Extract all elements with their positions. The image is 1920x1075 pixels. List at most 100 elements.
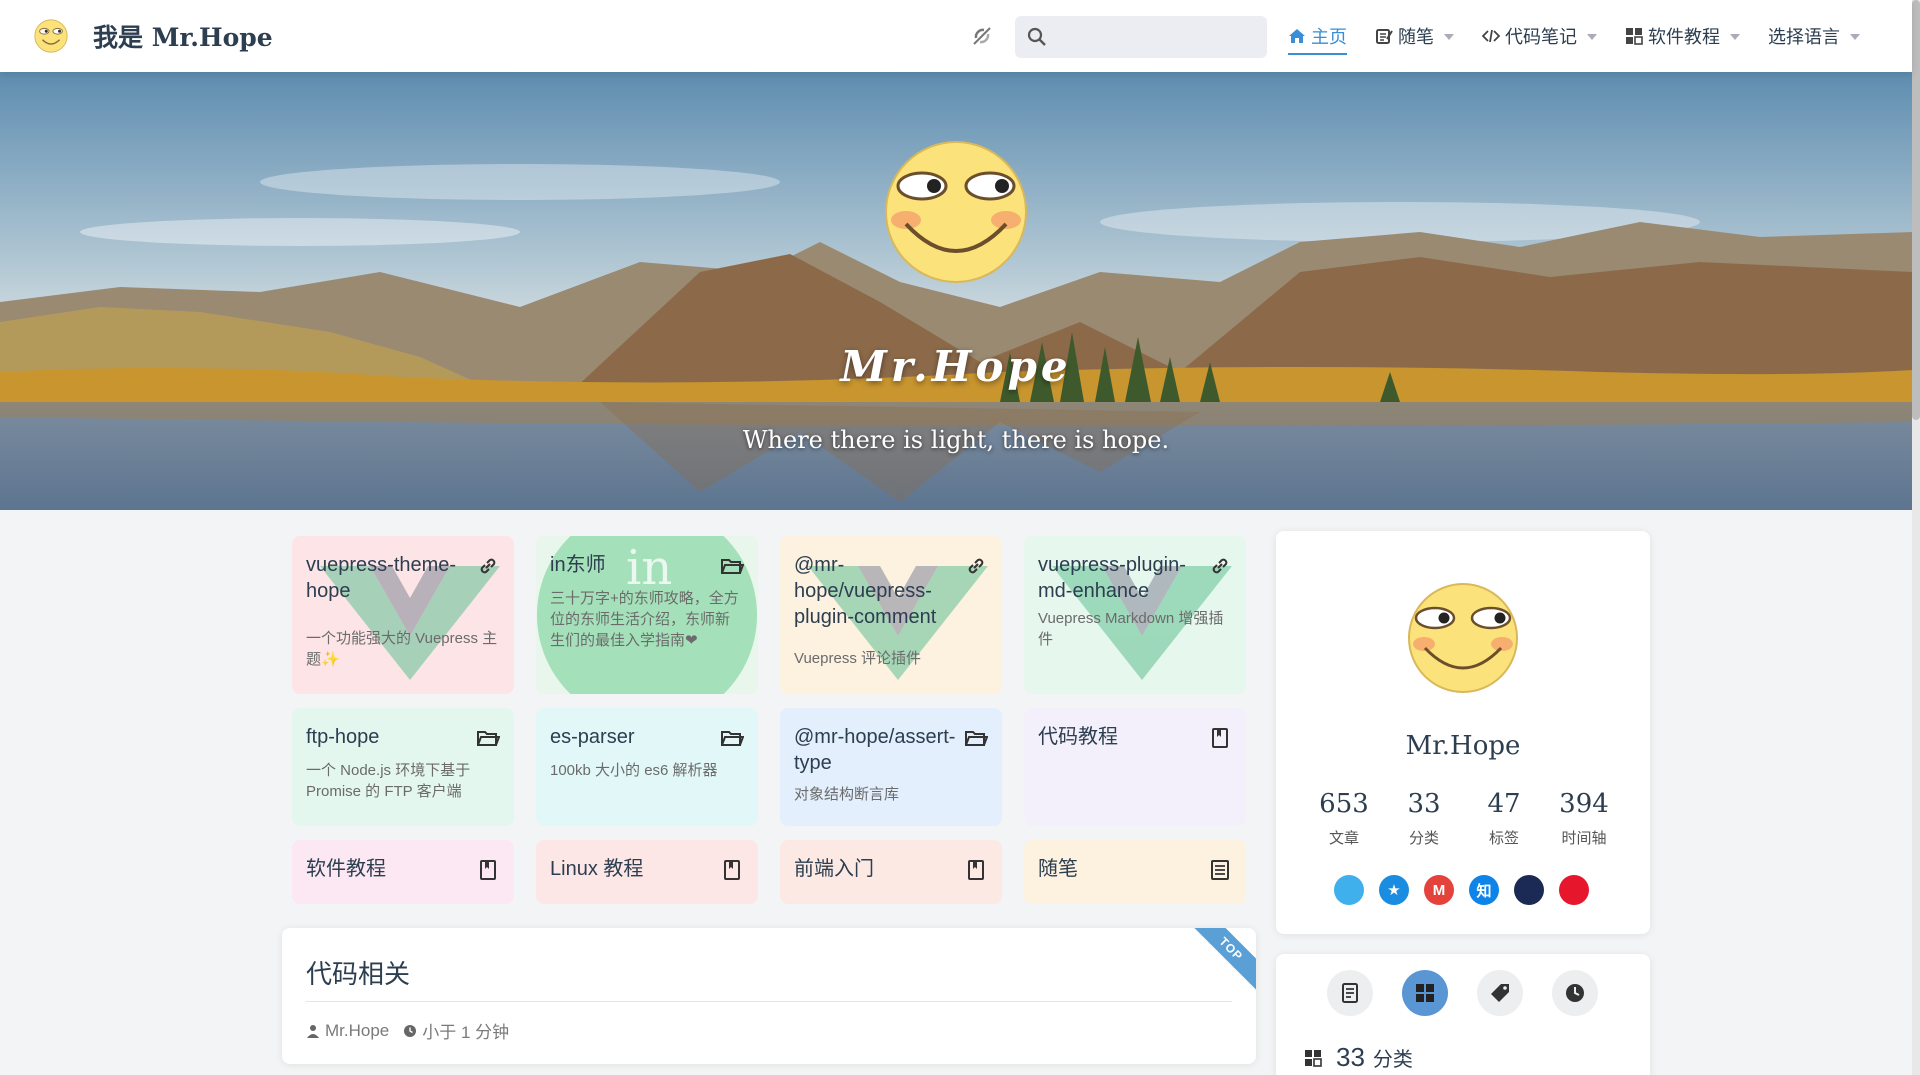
nav-item-code-notes[interactable]: 代码笔记 [1482,0,1597,72]
hero-title: Mr.Hope [840,342,1072,391]
category-count: 33 分类 [1304,1042,1413,1073]
search-icon [1027,27,1046,46]
project-card[interactable]: ftp-hope 一个 Node.js 环境下基于 Promise 的 FTP 客… [292,708,514,826]
blog-info-tabs [1327,970,1627,1016]
stat-articles[interactable]: 653 文章 [1306,789,1382,848]
nav-label: 代码笔记 [1505,27,1577,47]
link-icon [1212,558,1228,574]
weibo-icon[interactable] [1559,875,1589,905]
nav-item-software-tutorials[interactable]: 软件教程 [1625,0,1740,72]
qq-icon[interactable] [1334,875,1364,905]
project-description: 100kb 大小的 es6 解析器 [550,762,718,779]
project-title: 代码教程 [1038,726,1118,748]
article-title[interactable]: 代码相关 [306,954,410,991]
project-card[interactable]: 前端入门 [780,840,1002,904]
stat-tags[interactable]: 47 标签 [1466,789,1542,848]
project-title: in东师 [550,554,606,576]
code-icon [1482,29,1500,43]
brand[interactable]: 我是 Mr.Hope [32,17,273,55]
theme-toggle-icon[interactable] [970,24,994,48]
zhihu-icon[interactable]: 知 [1469,875,1499,905]
article-icon [1211,860,1229,880]
nav-item-language[interactable]: 选择语言 [1768,0,1860,72]
project-description: 对象结构断言库 [794,786,900,803]
folder-icon [721,731,744,746]
article-list-icon [1342,983,1358,1003]
tag-icon [1491,984,1509,1002]
home-icon [1289,29,1305,43]
qzone-icon[interactable]: ★ [1379,875,1409,905]
project-title: vuepress-plugin-md-enhance [1038,554,1186,602]
project-description: Vuepress 评论插件 [794,650,921,667]
search-box[interactable] [1015,16,1267,58]
project-card[interactable]: @mr-hope/assert-type 对象结构断言库 [780,708,1002,826]
steam-icon[interactable] [1514,875,1544,905]
project-card[interactable]: 代码教程 [1024,708,1246,826]
clock-icon [1566,984,1584,1002]
profile-name: Mr.Hope [1405,731,1521,761]
link-icon [480,558,496,574]
book-icon [968,860,984,880]
gmail-icon[interactable]: M [1424,875,1454,905]
profile-stats: 653 文章 33 分类 47 标签 394 时间轴 [1306,789,1622,848]
nav-label: 软件教程 [1648,27,1720,47]
chevron-down-icon [1444,34,1454,40]
tab-timeline[interactable] [1552,970,1598,1016]
stat-label: 标签 [1488,830,1519,847]
stat-number: 653 [1319,789,1369,819]
author-icon [307,1024,319,1038]
site-logo-icon [34,19,68,53]
category-icon [1416,984,1434,1002]
hero-avatar-emoji-icon [885,141,1027,283]
project-title: es-parser [550,726,635,748]
count-number: 33 [1336,1042,1365,1072]
project-card[interactable]: 随笔 [1024,840,1246,904]
project-card[interactable]: vuepress-plugin-md-enhance Vuepress Markd… [1024,536,1246,694]
folder-icon [721,559,744,574]
book-icon [1212,728,1228,748]
stat-number: 33 [1407,789,1441,819]
page-scrollbar[interactable] [1912,0,1920,1075]
folder-icon [965,731,988,746]
profile-avatar-emoji-icon[interactable] [1399,568,1527,696]
project-title: 随笔 [1038,858,1078,880]
site-title: 我是 Mr.Hope [93,23,273,52]
divider [306,1001,1232,1002]
folder-icon [477,731,500,746]
nav-label: 主页 [1311,27,1347,47]
tab-categories[interactable] [1402,970,1448,1016]
article-author[interactable]: Mr.Hope [325,1021,389,1041]
nav-label: 选择语言 [1768,27,1840,47]
tab-articles[interactable] [1327,970,1373,1016]
top-badge: TOP [1184,928,1256,996]
hero-tagline: Where there is light, there is hope. [742,426,1170,454]
article-card[interactable]: TOP 代码相关 Mr.Hope 小于 1 分钟 [282,928,1256,1064]
project-card[interactable]: Linux 教程 [536,840,758,904]
project-description: 一个功能强大的 Vuepress 主题✨ [306,630,498,668]
scrollbar-thumb[interactable] [1912,0,1920,420]
project-card[interactable]: @mr-hope/vuepress-plugin-comment Vuepress… [780,536,1002,694]
stat-label: 分类 [1408,830,1439,847]
hero-banner: Mr.Hope Where there is light, there is h… [0,72,1912,510]
nav-label: 随笔 [1398,27,1434,47]
stat-label: 文章 [1328,830,1359,847]
project-title: 前端入门 [794,858,874,880]
project-card[interactable]: in in东师 三十万字+的东师攻略，全方位的东师生活介绍，东师新生们的最佳入学指南… [536,536,758,694]
nav-menu: 主页 随笔 代码笔记 软件教程 选择语言 [1288,0,1888,72]
project-description: Vuepress Markdown 增强插件 [1038,610,1224,648]
article-meta: Mr.Hope 小于 1 分钟 [306,1018,509,1043]
project-card[interactable]: vuepress-theme-hope 一个功能强大的 Vuepress 主题✨ [292,536,514,694]
tab-tags[interactable] [1477,970,1523,1016]
stat-timeline[interactable]: 394 时间轴 [1546,789,1622,848]
project-title: ftp-hope [306,726,380,748]
chevron-down-icon [1730,34,1740,40]
nav-item-home[interactable]: 主页 [1288,0,1347,72]
blogger-profile-card: Mr.Hope 653 文章 33 分类 47 标签 394 时间轴 ★ M 知 [1276,531,1650,934]
social-links: ★ M 知 [1334,875,1604,905]
nav-item-notes[interactable]: 随笔 [1375,0,1454,72]
project-card[interactable]: es-parser 100kb 大小的 es6 解析器 [536,708,758,826]
project-card[interactable]: 软件教程 [292,840,514,904]
stat-categories[interactable]: 33 分类 [1386,789,1462,848]
project-description: 三十万字+的东师攻略，全方位的东师生活介绍，东师新生们的最佳入学指南❤ [550,590,739,649]
search-input[interactable] [1055,16,1267,58]
